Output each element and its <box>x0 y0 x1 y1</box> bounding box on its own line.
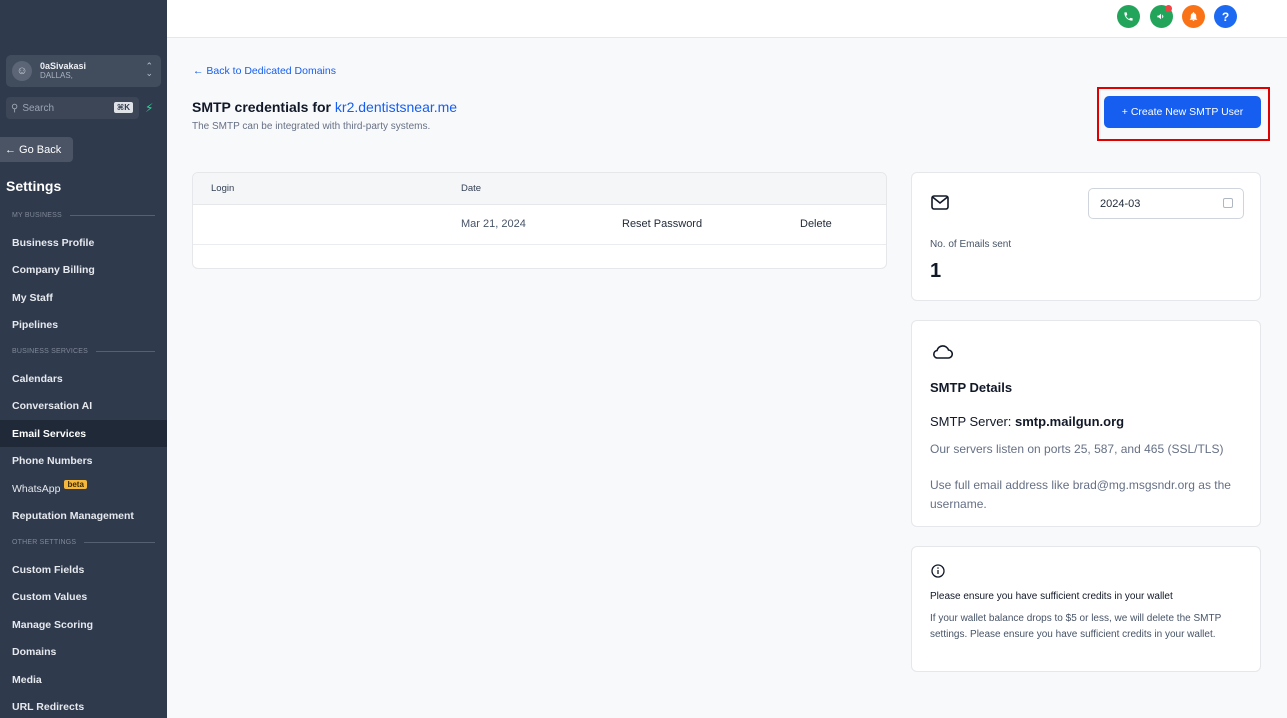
smtp-username-text: Use full email address like brad@mg.msgs… <box>930 478 1231 511</box>
settings-title: Settings <box>6 178 62 194</box>
notification-dot <box>1165 5 1172 12</box>
back-to-dedicated-domains-link[interactable]: ← Back to Dedicated Domains <box>193 65 336 77</box>
column-date: Date <box>461 183 482 194</box>
sidebar-item-my-staff[interactable]: My Staff <box>0 284 167 311</box>
section-label: OTHER SETTINGS <box>12 539 77 546</box>
sidebar-item-conversation-ai[interactable]: Conversation AI <box>0 392 167 419</box>
smtp-ports-text: Our servers listen on ports 25, 587, and… <box>930 442 1224 456</box>
page-title: SMTP credentials for kr2.dentistsnear.me <box>192 99 457 115</box>
month-picker-input[interactable]: 2024-03 <box>1088 188 1244 219</box>
table-row: Mar 21, 2024 Reset Password Delete <box>193 205 886 245</box>
divider <box>96 351 155 352</box>
mail-icon <box>931 195 949 215</box>
emails-sent-label: No. of Emails sent <box>930 239 1012 250</box>
sidebar-item-custom-values[interactable]: Custom Values <box>0 583 167 610</box>
smtp-server: SMTP Server: smtp.mailgun.org <box>930 414 1124 429</box>
section-label: MY BUSINESS <box>12 212 62 219</box>
calendar-icon <box>1223 198 1233 208</box>
chevron-updown-icon: ⌃ ⌄ <box>145 61 153 78</box>
table-header: Login Date <box>193 173 886 205</box>
section-business-services: BUSINESS SERVICES <box>12 348 155 355</box>
column-login: Login <box>211 183 235 194</box>
divider <box>69 215 155 216</box>
shortcut-badge: ⌘K <box>113 102 133 113</box>
emails-sent-card: 2024-03 No. of Emails sent 1 <box>911 172 1261 301</box>
search-icon: ⚲ <box>11 102 19 114</box>
sidebar-item-phone-numbers[interactable]: Phone Numbers <box>0 447 167 474</box>
account-name: 0aSivakasi <box>40 61 87 71</box>
smtp-server-label: SMTP Server: <box>930 414 1016 429</box>
account-switcher[interactable]: ☺ 0aSivakasi DALLAS, ⌃ ⌄ <box>6 55 161 87</box>
smtp-details-card: SMTP Details SMTP Server: smtp.mailgun.o… <box>911 320 1261 527</box>
sidebar-item-manage-scoring[interactable]: Manage Scoring <box>0 611 167 638</box>
lightning-icon[interactable]: ⚡ <box>145 101 153 115</box>
section-my-business: MY BUSINESS <box>12 212 155 219</box>
sidebar-item-company-billing[interactable]: Company Billing <box>0 256 167 283</box>
account-location: DALLAS, <box>40 71 73 80</box>
sidebar-item-domains[interactable]: Domains <box>0 638 167 665</box>
page-subtitle: The SMTP can be integrated with third-pa… <box>192 121 431 132</box>
create-new-smtp-user-button[interactable]: + Create New SMTP User <box>1104 96 1261 128</box>
row-date: Mar 21, 2024 <box>461 218 526 230</box>
smtp-users-table: Login Date Mar 21, 2024 Reset Password D… <box>192 172 887 269</box>
sidebar-item-whatsapp[interactable]: WhatsApp beta <box>0 475 167 502</box>
month-value: 2024-03 <box>1100 197 1141 210</box>
sidebar-item-reputation-management[interactable]: Reputation Management <box>0 502 167 529</box>
top-bar: ? <box>167 0 1287 38</box>
divider <box>84 542 155 543</box>
account-text: 0aSivakasi DALLAS, <box>40 61 86 81</box>
emails-sent-count: 1 <box>930 260 942 282</box>
phone-icon[interactable] <box>1117 5 1140 28</box>
user-icon: ☺ <box>12 61 32 81</box>
megaphone-icon[interactable] <box>1150 5 1173 28</box>
sidebar-item-media[interactable]: Media <box>0 666 167 693</box>
smtp-details-heading: SMTP Details <box>930 380 1013 395</box>
sidebar-item-url-redirects[interactable]: URL Redirects <box>0 693 167 718</box>
sidebar: ☺ 0aSivakasi DALLAS, ⌃ ⌄ ⚲ Search ⌘K ⚡ ← … <box>0 0 167 718</box>
search-input[interactable]: ⚲ Search ⌘K <box>6 97 139 119</box>
sidebar-item-calendars[interactable]: Calendars <box>0 365 167 392</box>
sidebar-item-email-services[interactable]: Email Services <box>0 420 167 447</box>
go-back-button[interactable]: ← Go Back <box>0 137 73 162</box>
wallet-warning-heading: Please ensure you have sufficient credit… <box>930 591 1173 602</box>
sidebar-item-pipelines[interactable]: Pipelines <box>0 311 167 338</box>
sidebar-item-custom-fields[interactable]: Custom Fields <box>0 556 167 583</box>
wallet-warning-card: Please ensure you have sufficient credit… <box>911 546 1261 672</box>
info-icon <box>931 564 945 583</box>
domain-name: kr2.dentistsnear.me <box>334 99 458 115</box>
section-label: BUSINESS SERVICES <box>12 348 89 355</box>
cloud-icon <box>931 344 954 364</box>
delete-button[interactable]: Delete <box>800 218 832 230</box>
beta-badge: beta <box>64 480 87 489</box>
search-placeholder: Search <box>22 102 55 114</box>
sidebar-item-label: WhatsApp <box>12 482 61 495</box>
section-other-settings: OTHER SETTINGS <box>12 539 155 546</box>
help-icon[interactable]: ? <box>1214 5 1237 28</box>
smtp-server-value: smtp.mailgun.org <box>1015 414 1125 429</box>
sidebar-item-business-profile[interactable]: Business Profile <box>0 229 167 256</box>
page-title-prefix: SMTP credentials for <box>192 99 335 115</box>
bell-icon[interactable] <box>1182 5 1205 28</box>
reset-password-button[interactable]: Reset Password <box>622 218 702 230</box>
wallet-warning-body: If your wallet balance drops to $5 or le… <box>930 613 1222 640</box>
sidebar-top <box>0 0 167 38</box>
